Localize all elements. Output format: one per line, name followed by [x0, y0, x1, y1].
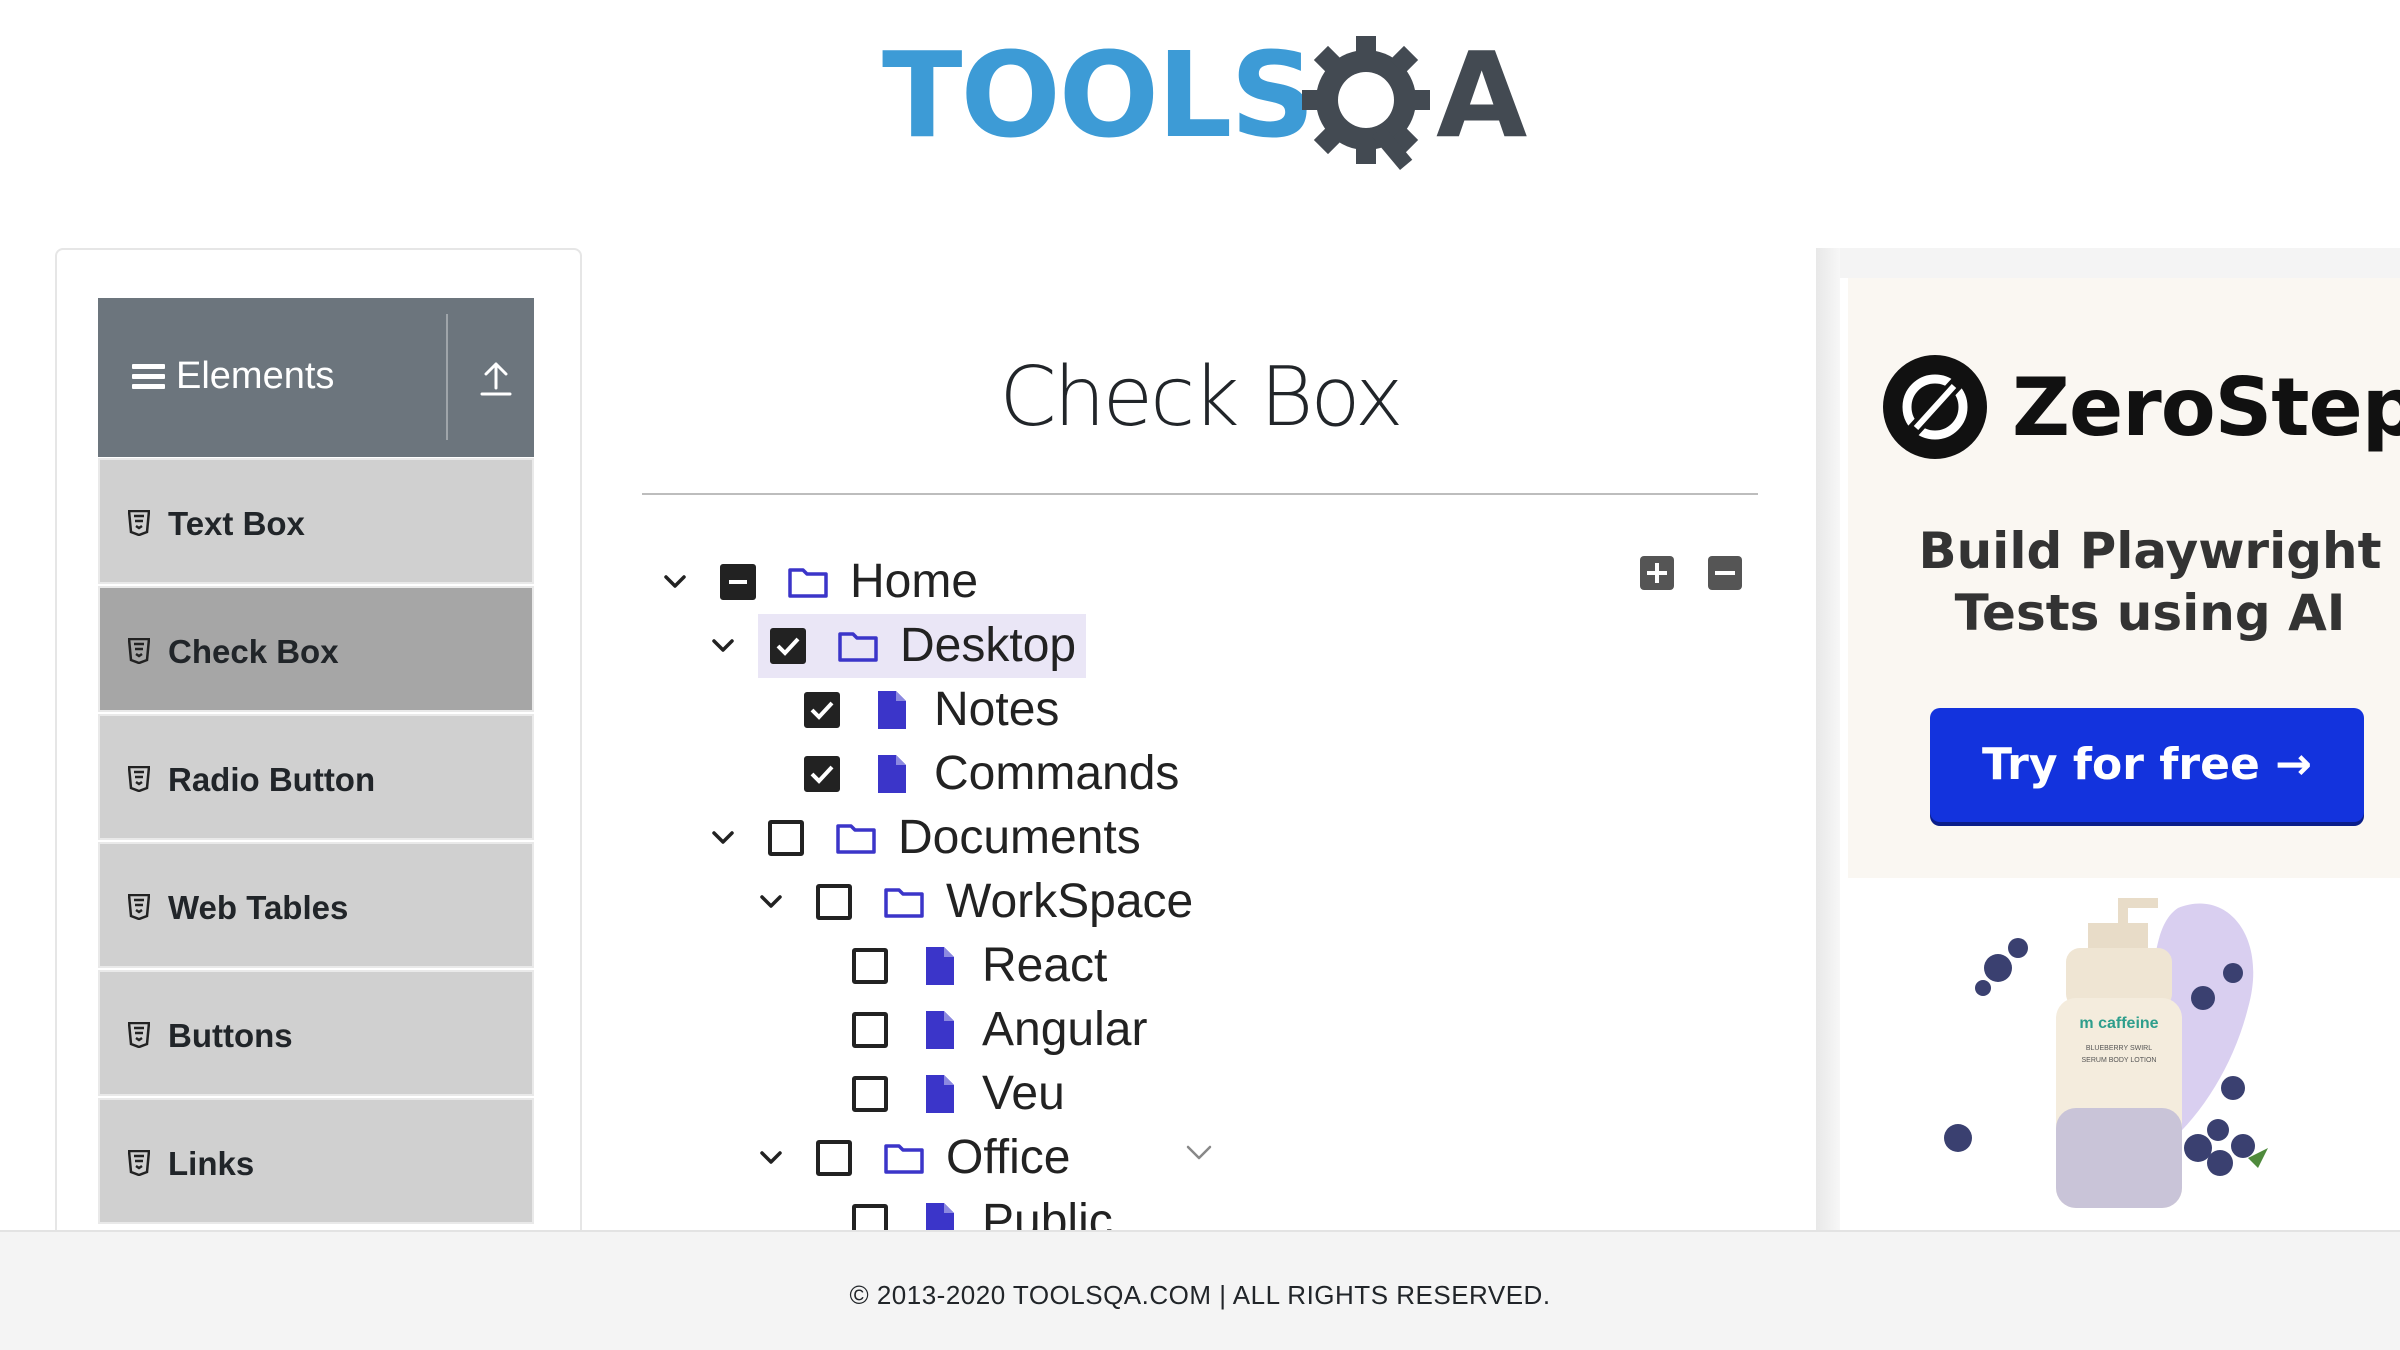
chevron-down-icon[interactable]: [756, 887, 786, 917]
tree-node-documents: Documents: [708, 806, 1141, 870]
html5-icon: [128, 1150, 150, 1176]
checkbox-unchecked[interactable]: [852, 1204, 888, 1230]
checkbox-unchecked[interactable]: [816, 1140, 852, 1176]
footer: © 2013-2020 TOOLSQA.COM | ALL RIGHTS RES…: [0, 1230, 2400, 1350]
tree-node-home: Home: [660, 550, 978, 614]
file-icon: [926, 947, 954, 985]
group-title: Elements: [176, 355, 335, 397]
logo-text: TOOLS: [882, 26, 1315, 164]
tree-node-label[interactable]: React: [982, 934, 1107, 998]
html5-icon: [128, 766, 150, 792]
ad-tagline-line: Build Playwright: [1918, 522, 2382, 580]
tree-node-label[interactable]: Veu: [982, 1062, 1065, 1126]
product-line-2-text: SERUM BODY LOTION: [2082, 1057, 2157, 1064]
hamburger-icon: [132, 364, 165, 390]
try-for-free-button[interactable]: Try for free →: [1930, 708, 2364, 822]
file-icon: [926, 1203, 954, 1230]
sidebar-item-text-box[interactable]: Text Box: [98, 458, 534, 584]
copyright-text: © 2013-2020 TOOLSQA.COM | ALL RIGHTS RES…: [849, 1280, 1551, 1310]
product-brand-text: m caffeine: [2079, 1015, 2158, 1032]
chevron-down-icon[interactable]: [708, 631, 738, 661]
checkbox-checked[interactable]: [770, 628, 806, 664]
tree-node-label[interactable]: Public: [982, 1190, 1113, 1230]
tree-node-label[interactable]: Office: [946, 1126, 1071, 1190]
toolsqa-logo[interactable]: TOOLS A: [870, 28, 1530, 188]
tree-node-label[interactable]: WorkSpace: [946, 870, 1193, 934]
zerostep-logo-icon: [1883, 355, 1987, 459]
chevron-down-icon[interactable]: [756, 1143, 786, 1173]
sidebar-item-label: Web Tables: [168, 889, 349, 926]
checkbox-checked[interactable]: [804, 692, 840, 728]
html5-icon: [128, 1022, 150, 1048]
header-divider: [446, 314, 448, 440]
file-icon: [926, 1011, 954, 1049]
sidebar-item-buttons[interactable]: Buttons: [98, 970, 534, 1096]
sidebar-item-radio-button[interactable]: Radio Button: [98, 714, 534, 840]
checkbox-unchecked[interactable]: [816, 884, 852, 920]
chevron-down-icon[interactable]: [708, 823, 738, 853]
ad-edge: [1816, 248, 1840, 1238]
tree-node-public: Public: [852, 1190, 1113, 1230]
checkbox-unchecked[interactable]: [852, 948, 888, 984]
sidebar-item-check-box[interactable]: Check Box: [98, 586, 534, 712]
logo-text-tail: A: [1436, 26, 1528, 164]
ad-top-strip: [1816, 248, 2400, 278]
tree-node-angular: Angular: [852, 998, 1147, 1062]
file-icon: [878, 755, 906, 793]
page-title: Check Box: [999, 350, 1403, 445]
file-icon: [878, 691, 906, 729]
elements-group-header[interactable]: Elements: [98, 298, 534, 457]
chevron-down-icon[interactable]: [660, 567, 690, 597]
folder-icon: [884, 1144, 924, 1174]
ad-tagline-line: Tests using AI: [1954, 584, 2346, 642]
tree-node-workspace: WorkSpace: [756, 870, 1193, 934]
chevron-down-icon[interactable]: [1184, 1138, 1214, 1168]
tree-node-office: Office: [756, 1126, 1071, 1190]
sidebar-item-web-tables[interactable]: Web Tables: [98, 842, 534, 968]
tree-node-label[interactable]: Home: [850, 550, 978, 614]
tree-node-notes: Notes: [804, 678, 1059, 742]
gear-magnifier-icon: [1302, 36, 1430, 170]
checkbox-partial[interactable]: [720, 564, 756, 600]
tree-node-label[interactable]: Commands: [934, 742, 1179, 806]
sidebar-item-label: Buttons: [168, 1017, 293, 1054]
ad-brand: ZeroStep: [2012, 361, 2400, 454]
sidebar-item-label: Check Box: [168, 633, 339, 670]
product-ad[interactable]: m caffeine BLUEBERRY SWIRL SERUM BODY LO…: [1848, 878, 2400, 1223]
sidebar-item-label: Links: [168, 1145, 255, 1182]
file-icon: [926, 1075, 954, 1113]
sidebar-item-label: Radio Button: [168, 761, 376, 798]
folder-icon: [838, 632, 878, 662]
html5-icon: [128, 510, 150, 536]
tree-node-label[interactable]: Desktop: [900, 614, 1076, 678]
checkbox-unchecked[interactable]: [852, 1076, 888, 1112]
html5-icon: [128, 894, 150, 920]
checkbox-unchecked[interactable]: [768, 820, 804, 856]
checkbox-unchecked[interactable]: [852, 1012, 888, 1048]
lotion-bottle-image: m caffeine BLUEBERRY SWIRL SERUM BODY LO…: [1944, 898, 2268, 1208]
checkbox-checked[interactable]: [804, 756, 840, 792]
title-divider: [642, 493, 1758, 495]
html5-icon: [128, 638, 150, 664]
sidebar-item-links[interactable]: Links: [98, 1098, 534, 1224]
check-box-tree: Home Desktop Notes Commands Documents Wo…: [640, 540, 1740, 1230]
tree-node-label[interactable]: Notes: [934, 678, 1059, 742]
tree-node-desktop: Desktop: [712, 614, 1087, 678]
tree-node-label[interactable]: Angular: [982, 998, 1147, 1062]
folder-icon: [884, 888, 924, 918]
tree-node-react: React: [852, 934, 1107, 998]
tree-node-veu: Veu: [852, 1062, 1065, 1126]
folder-icon: [836, 824, 876, 854]
sidebar-item-label: Text Box: [168, 505, 305, 542]
tree-node-label[interactable]: Documents: [898, 806, 1141, 870]
product-line-1-text: BLUEBERRY SWIRL: [2086, 1045, 2152, 1052]
sidebar-menu: Text Box Check Box Radio Button Web Tabl…: [98, 458, 534, 1226]
upload-icon[interactable]: [478, 358, 514, 398]
ad-tagline: Build Playwright Tests using AI: [1900, 520, 2400, 644]
folder-icon: [788, 568, 828, 598]
tree-node-commands: Commands: [804, 742, 1179, 806]
